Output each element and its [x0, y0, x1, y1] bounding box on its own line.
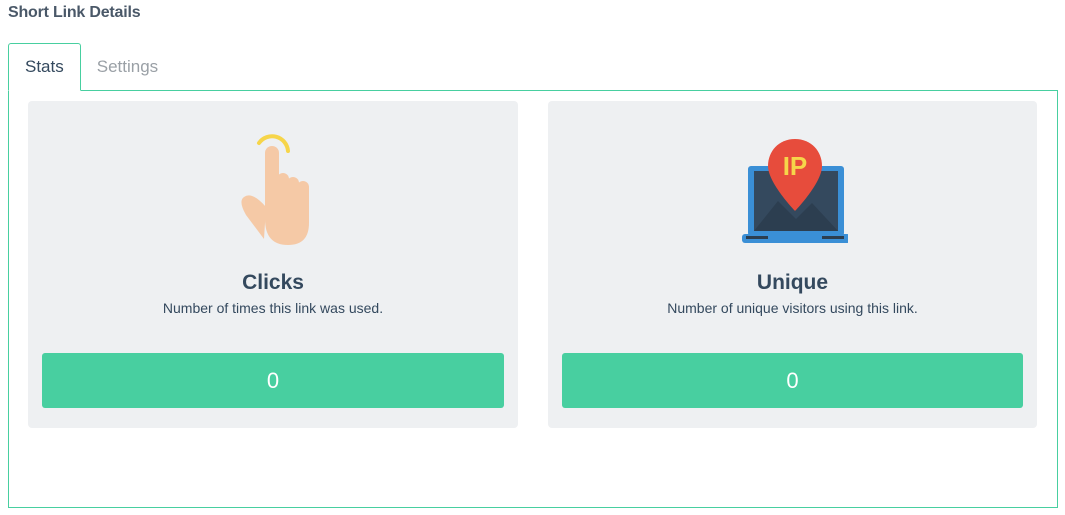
ip-laptop-icon: IP — [738, 131, 850, 251]
tab-settings[interactable]: Settings — [81, 43, 174, 91]
pointing-hand-icon — [218, 131, 328, 251]
card-description: Number of unique visitors using this lin… — [667, 300, 918, 316]
clicks-count: 0 — [42, 353, 504, 408]
unique-count: 0 — [562, 353, 1023, 408]
unique-card: IP Unique Number of unique visitors usin… — [548, 101, 1037, 428]
card-title: Unique — [756, 271, 829, 294]
stats-panel: Clicks Number of times this link was use… — [8, 90, 1058, 508]
tab-stats[interactable]: Stats — [8, 43, 81, 91]
page-title: Short Link Details — [8, 4, 141, 21]
tab-bar: Stats Settings — [8, 43, 174, 91]
card-title: Clicks — [242, 271, 304, 294]
ip-label: IP — [782, 151, 807, 181]
clicks-card: Clicks Number of times this link was use… — [28, 101, 518, 428]
card-description: Number of times this link was used. — [162, 300, 384, 316]
